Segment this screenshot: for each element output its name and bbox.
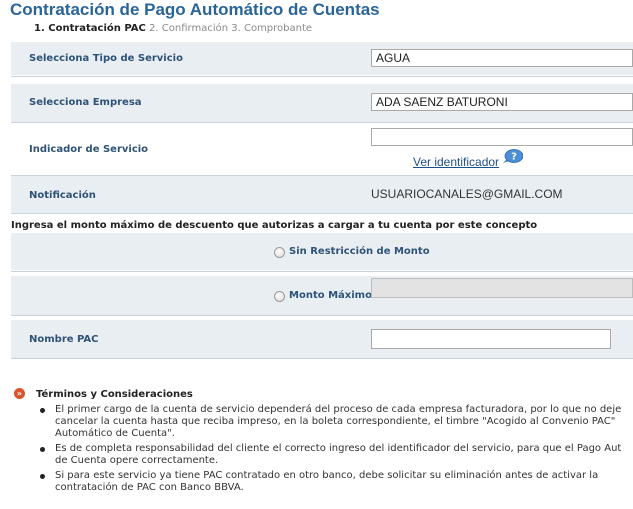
- nombre-pac-label: Nombre PAC: [29, 334, 99, 345]
- terms-item-line: El primer cargo de la cuenta de servicio…: [55, 404, 622, 415]
- monto-prompt: Ingresa el monto máximo de descuento que…: [11, 220, 538, 231]
- row-divider: [11, 76, 633, 77]
- page-title: Contratación de Pago Automático de Cuent…: [10, 0, 380, 19]
- row-divider: [11, 122, 633, 123]
- sin-restriccion-radio[interactable]: [274, 247, 285, 258]
- terms-item-line: contratación de PAC con Banco BBVA.: [55, 482, 244, 493]
- step-current: 1. Contratación PAC: [34, 23, 146, 34]
- row-divider: [11, 271, 633, 272]
- terms-item-2: Es de completa responsabilidad del clien…: [55, 443, 621, 467]
- row-divider: [11, 315, 633, 316]
- terms-title: Términos y Consideraciones: [36, 389, 193, 400]
- monto-maximo-label: Monto Máximo: [289, 290, 372, 301]
- help-question-icon[interactable]: ?: [501, 149, 523, 165]
- svg-text:?: ?: [511, 152, 517, 163]
- empresa-select[interactable]: ADA SAENZ BATURONI: [371, 93, 633, 111]
- monto-maximo-radio[interactable]: [274, 291, 285, 302]
- terms-item-3: Si para este servicio ya tiene PAC contr…: [55, 470, 598, 494]
- bullet-icon: [40, 408, 45, 413]
- terms-item-line: Si para este servicio ya tiene PAC contr…: [55, 470, 599, 481]
- row-divider: [11, 358, 633, 359]
- terms-item-1: El primer cargo de la cuenta de servicio…: [55, 404, 621, 440]
- notificacion-value: USUARIOCANALES@GMAIL.COM: [371, 187, 563, 201]
- step-remaining: 2. Confirmación 3. Comprobante: [149, 23, 313, 34]
- tipo-servicio-select[interactable]: AGUA: [371, 49, 633, 67]
- terms-item-line: Es de completa responsabilidad del clien…: [55, 443, 622, 454]
- row-divider: [11, 213, 633, 214]
- empresa-label: Selecciona Empresa: [29, 97, 142, 108]
- terms-item-line: Automático de Cuenta".: [55, 428, 175, 439]
- step-breadcrumb: 1. Contratación PAC 2. Confirmación 3. C…: [34, 23, 312, 34]
- indicador-input[interactable]: [371, 128, 633, 146]
- bullet-icon: [40, 474, 45, 479]
- sin-restriccion-label: Sin Restricción de Monto: [289, 246, 430, 257]
- bullet-icon: [40, 447, 45, 452]
- nombre-pac-input[interactable]: [371, 329, 611, 349]
- monto-maximo-input[interactable]: [371, 278, 633, 298]
- chevron-circle-icon: »: [14, 388, 25, 399]
- ver-identificador-link[interactable]: Ver identificador: [413, 155, 499, 169]
- tipo-servicio-label: Selecciona Tipo de Servicio: [29, 53, 183, 64]
- terms-item-line: cancelar la cuenta hasta que reciba impr…: [55, 416, 616, 427]
- notificacion-label: Notificación: [29, 190, 96, 201]
- terms-item-line: de Cuenta opere correctamente.: [55, 455, 219, 466]
- indicador-label: Indicador de Servicio: [29, 144, 149, 155]
